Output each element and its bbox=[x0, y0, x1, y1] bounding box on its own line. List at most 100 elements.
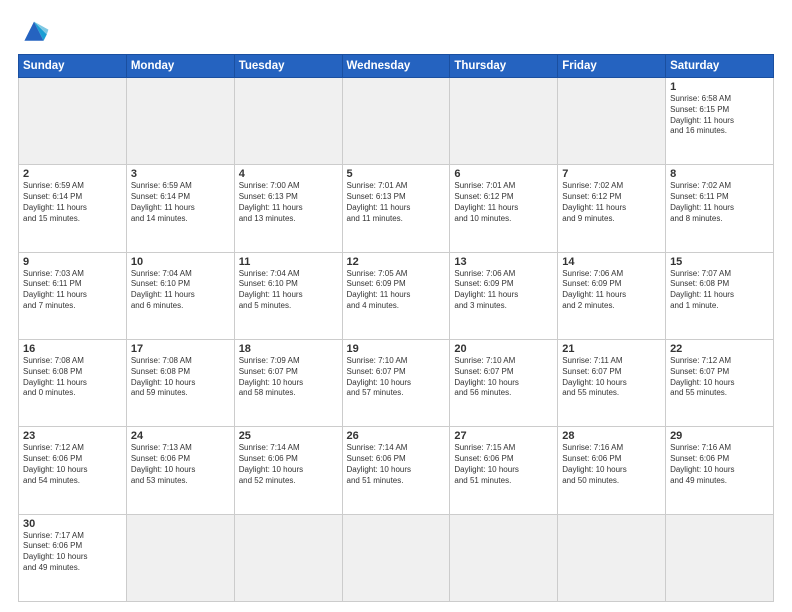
calendar-cell: 20Sunrise: 7:10 AM Sunset: 6:07 PM Dayli… bbox=[450, 339, 558, 426]
day-info: Sunrise: 7:16 AM Sunset: 6:06 PM Dayligh… bbox=[670, 443, 769, 486]
day-number: 13 bbox=[454, 256, 553, 268]
calendar-cell bbox=[342, 78, 450, 165]
day-info: Sunrise: 7:01 AM Sunset: 6:13 PM Dayligh… bbox=[347, 181, 446, 224]
header bbox=[18, 18, 774, 46]
calendar-cell: 9Sunrise: 7:03 AM Sunset: 6:11 PM Daylig… bbox=[19, 252, 127, 339]
day-number: 9 bbox=[23, 256, 122, 268]
day-number: 16 bbox=[23, 343, 122, 355]
calendar-cell bbox=[234, 514, 342, 601]
calendar-cell: 21Sunrise: 7:11 AM Sunset: 6:07 PM Dayli… bbox=[558, 339, 666, 426]
calendar-cell: 6Sunrise: 7:01 AM Sunset: 6:12 PM Daylig… bbox=[450, 165, 558, 252]
day-info: Sunrise: 7:08 AM Sunset: 6:08 PM Dayligh… bbox=[131, 356, 230, 399]
day-info: Sunrise: 7:13 AM Sunset: 6:06 PM Dayligh… bbox=[131, 443, 230, 486]
calendar-cell: 10Sunrise: 7:04 AM Sunset: 6:10 PM Dayli… bbox=[126, 252, 234, 339]
calendar-cell bbox=[19, 78, 127, 165]
logo bbox=[18, 18, 54, 46]
calendar-cell: 16Sunrise: 7:08 AM Sunset: 6:08 PM Dayli… bbox=[19, 339, 127, 426]
calendar-cell bbox=[234, 78, 342, 165]
calendar-week-3: 16Sunrise: 7:08 AM Sunset: 6:08 PM Dayli… bbox=[19, 339, 774, 426]
calendar-week-0: 1Sunrise: 6:58 AM Sunset: 6:15 PM Daylig… bbox=[19, 78, 774, 165]
calendar-cell: 17Sunrise: 7:08 AM Sunset: 6:08 PM Dayli… bbox=[126, 339, 234, 426]
day-number: 17 bbox=[131, 343, 230, 355]
calendar-cell bbox=[450, 78, 558, 165]
day-number: 18 bbox=[239, 343, 338, 355]
day-info: Sunrise: 7:14 AM Sunset: 6:06 PM Dayligh… bbox=[239, 443, 338, 486]
calendar-cell: 26Sunrise: 7:14 AM Sunset: 6:06 PM Dayli… bbox=[342, 427, 450, 514]
day-info: Sunrise: 7:12 AM Sunset: 6:06 PM Dayligh… bbox=[23, 443, 122, 486]
day-info: Sunrise: 7:07 AM Sunset: 6:08 PM Dayligh… bbox=[670, 269, 769, 312]
calendar-cell: 3Sunrise: 6:59 AM Sunset: 6:14 PM Daylig… bbox=[126, 165, 234, 252]
calendar-cell: 22Sunrise: 7:12 AM Sunset: 6:07 PM Dayli… bbox=[666, 339, 774, 426]
day-info: Sunrise: 7:00 AM Sunset: 6:13 PM Dayligh… bbox=[239, 181, 338, 224]
day-info: Sunrise: 6:59 AM Sunset: 6:14 PM Dayligh… bbox=[131, 181, 230, 224]
day-number: 4 bbox=[239, 168, 338, 180]
calendar-cell: 2Sunrise: 6:59 AM Sunset: 6:14 PM Daylig… bbox=[19, 165, 127, 252]
day-info: Sunrise: 7:09 AM Sunset: 6:07 PM Dayligh… bbox=[239, 356, 338, 399]
day-number: 19 bbox=[347, 343, 446, 355]
calendar-cell: 18Sunrise: 7:09 AM Sunset: 6:07 PM Dayli… bbox=[234, 339, 342, 426]
calendar-week-5: 30Sunrise: 7:17 AM Sunset: 6:06 PM Dayli… bbox=[19, 514, 774, 601]
day-number: 22 bbox=[670, 343, 769, 355]
calendar-cell: 28Sunrise: 7:16 AM Sunset: 6:06 PM Dayli… bbox=[558, 427, 666, 514]
calendar-cell: 11Sunrise: 7:04 AM Sunset: 6:10 PM Dayli… bbox=[234, 252, 342, 339]
day-number: 26 bbox=[347, 430, 446, 442]
day-info: Sunrise: 7:15 AM Sunset: 6:06 PM Dayligh… bbox=[454, 443, 553, 486]
day-info: Sunrise: 7:17 AM Sunset: 6:06 PM Dayligh… bbox=[23, 531, 122, 574]
day-number: 28 bbox=[562, 430, 661, 442]
calendar-cell bbox=[126, 78, 234, 165]
day-info: Sunrise: 7:06 AM Sunset: 6:09 PM Dayligh… bbox=[562, 269, 661, 312]
calendar-cell: 1Sunrise: 6:58 AM Sunset: 6:15 PM Daylig… bbox=[666, 78, 774, 165]
calendar-cell: 8Sunrise: 7:02 AM Sunset: 6:11 PM Daylig… bbox=[666, 165, 774, 252]
calendar-cell bbox=[126, 514, 234, 601]
day-info: Sunrise: 7:10 AM Sunset: 6:07 PM Dayligh… bbox=[347, 356, 446, 399]
day-of-week-monday: Monday bbox=[126, 55, 234, 78]
logo-icon bbox=[18, 18, 50, 46]
day-number: 11 bbox=[239, 256, 338, 268]
calendar-cell bbox=[558, 514, 666, 601]
day-info: Sunrise: 7:01 AM Sunset: 6:12 PM Dayligh… bbox=[454, 181, 553, 224]
day-info: Sunrise: 7:04 AM Sunset: 6:10 PM Dayligh… bbox=[239, 269, 338, 312]
day-info: Sunrise: 7:10 AM Sunset: 6:07 PM Dayligh… bbox=[454, 356, 553, 399]
day-number: 12 bbox=[347, 256, 446, 268]
day-number: 1 bbox=[670, 81, 769, 93]
day-number: 3 bbox=[131, 168, 230, 180]
day-number: 20 bbox=[454, 343, 553, 355]
calendar: SundayMondayTuesdayWednesdayThursdayFrid… bbox=[18, 54, 774, 602]
day-of-week-saturday: Saturday bbox=[666, 55, 774, 78]
calendar-cell: 15Sunrise: 7:07 AM Sunset: 6:08 PM Dayli… bbox=[666, 252, 774, 339]
calendar-cell: 5Sunrise: 7:01 AM Sunset: 6:13 PM Daylig… bbox=[342, 165, 450, 252]
calendar-cell: 12Sunrise: 7:05 AM Sunset: 6:09 PM Dayli… bbox=[342, 252, 450, 339]
calendar-week-4: 23Sunrise: 7:12 AM Sunset: 6:06 PM Dayli… bbox=[19, 427, 774, 514]
day-info: Sunrise: 7:14 AM Sunset: 6:06 PM Dayligh… bbox=[347, 443, 446, 486]
day-info: Sunrise: 7:08 AM Sunset: 6:08 PM Dayligh… bbox=[23, 356, 122, 399]
calendar-cell: 13Sunrise: 7:06 AM Sunset: 6:09 PM Dayli… bbox=[450, 252, 558, 339]
day-number: 15 bbox=[670, 256, 769, 268]
day-number: 30 bbox=[23, 518, 122, 530]
calendar-cell: 19Sunrise: 7:10 AM Sunset: 6:07 PM Dayli… bbox=[342, 339, 450, 426]
day-info: Sunrise: 7:02 AM Sunset: 6:12 PM Dayligh… bbox=[562, 181, 661, 224]
calendar-cell: 7Sunrise: 7:02 AM Sunset: 6:12 PM Daylig… bbox=[558, 165, 666, 252]
day-number: 14 bbox=[562, 256, 661, 268]
day-info: Sunrise: 7:04 AM Sunset: 6:10 PM Dayligh… bbox=[131, 269, 230, 312]
calendar-week-1: 2Sunrise: 6:59 AM Sunset: 6:14 PM Daylig… bbox=[19, 165, 774, 252]
day-number: 7 bbox=[562, 168, 661, 180]
calendar-cell: 25Sunrise: 7:14 AM Sunset: 6:06 PM Dayli… bbox=[234, 427, 342, 514]
day-info: Sunrise: 7:02 AM Sunset: 6:11 PM Dayligh… bbox=[670, 181, 769, 224]
calendar-cell bbox=[558, 78, 666, 165]
day-number: 2 bbox=[23, 168, 122, 180]
calendar-week-2: 9Sunrise: 7:03 AM Sunset: 6:11 PM Daylig… bbox=[19, 252, 774, 339]
calendar-cell bbox=[450, 514, 558, 601]
calendar-cell bbox=[666, 514, 774, 601]
calendar-cell: 30Sunrise: 7:17 AM Sunset: 6:06 PM Dayli… bbox=[19, 514, 127, 601]
day-info: Sunrise: 6:59 AM Sunset: 6:14 PM Dayligh… bbox=[23, 181, 122, 224]
calendar-cell: 27Sunrise: 7:15 AM Sunset: 6:06 PM Dayli… bbox=[450, 427, 558, 514]
day-number: 29 bbox=[670, 430, 769, 442]
page: SundayMondayTuesdayWednesdayThursdayFrid… bbox=[0, 0, 792, 612]
day-info: Sunrise: 7:06 AM Sunset: 6:09 PM Dayligh… bbox=[454, 269, 553, 312]
day-of-week-sunday: Sunday bbox=[19, 55, 127, 78]
calendar-cell: 14Sunrise: 7:06 AM Sunset: 6:09 PM Dayli… bbox=[558, 252, 666, 339]
calendar-cell: 29Sunrise: 7:16 AM Sunset: 6:06 PM Dayli… bbox=[666, 427, 774, 514]
day-info: Sunrise: 7:03 AM Sunset: 6:11 PM Dayligh… bbox=[23, 269, 122, 312]
calendar-cell: 23Sunrise: 7:12 AM Sunset: 6:06 PM Dayli… bbox=[19, 427, 127, 514]
day-number: 23 bbox=[23, 430, 122, 442]
